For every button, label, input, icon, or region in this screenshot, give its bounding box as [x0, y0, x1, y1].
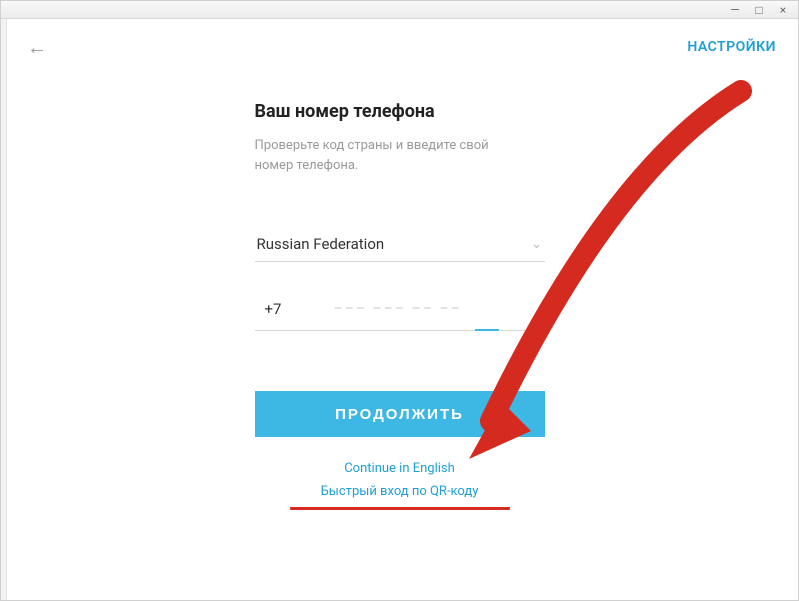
qr-login-link[interactable]: Быстрый вход по QR-коду — [255, 484, 545, 499]
maximize-icon[interactable]: □ — [752, 3, 766, 17]
minimize-icon[interactable]: — — [728, 3, 742, 17]
close-icon[interactable]: × — [776, 3, 790, 17]
settings-link[interactable]: НАСТРОЙКИ — [687, 39, 776, 55]
app-window: — □ × ← НАСТРОЙКИ Ваш номер телефона Про… — [0, 0, 799, 601]
chevron-down-icon: ⌄ — [531, 236, 543, 252]
dial-code: +7 — [265, 300, 319, 318]
continue-english-link[interactable]: Continue in English — [255, 461, 545, 476]
back-arrow-icon[interactable]: ← — [27, 37, 47, 57]
header: ← НАСТРОЙКИ — [1, 19, 798, 67]
titlebar: — □ × — [1, 1, 798, 19]
window-left-edge — [1, 19, 7, 600]
page-title: Ваш номер телефона — [255, 101, 545, 122]
country-value: Russian Federation — [257, 235, 385, 253]
divider — [319, 298, 320, 320]
input-caret — [475, 329, 499, 331]
login-form: Ваш номер телефона Проверьте код страны … — [255, 101, 545, 510]
page-subtitle: Проверьте код страны и введите свой номе… — [255, 136, 515, 175]
country-select[interactable]: Russian Federation ⌄ — [255, 229, 545, 262]
continue-button[interactable]: ПРОДОЛЖИТЬ — [255, 391, 545, 437]
secondary-links: Continue in English Быстрый вход по QR-к… — [255, 461, 545, 510]
phone-placeholder: ––– ––– –– –– — [334, 301, 462, 317]
annotation-underline — [290, 507, 510, 510]
phone-input-row[interactable]: +7 ––– ––– –– –– — [255, 288, 545, 331]
